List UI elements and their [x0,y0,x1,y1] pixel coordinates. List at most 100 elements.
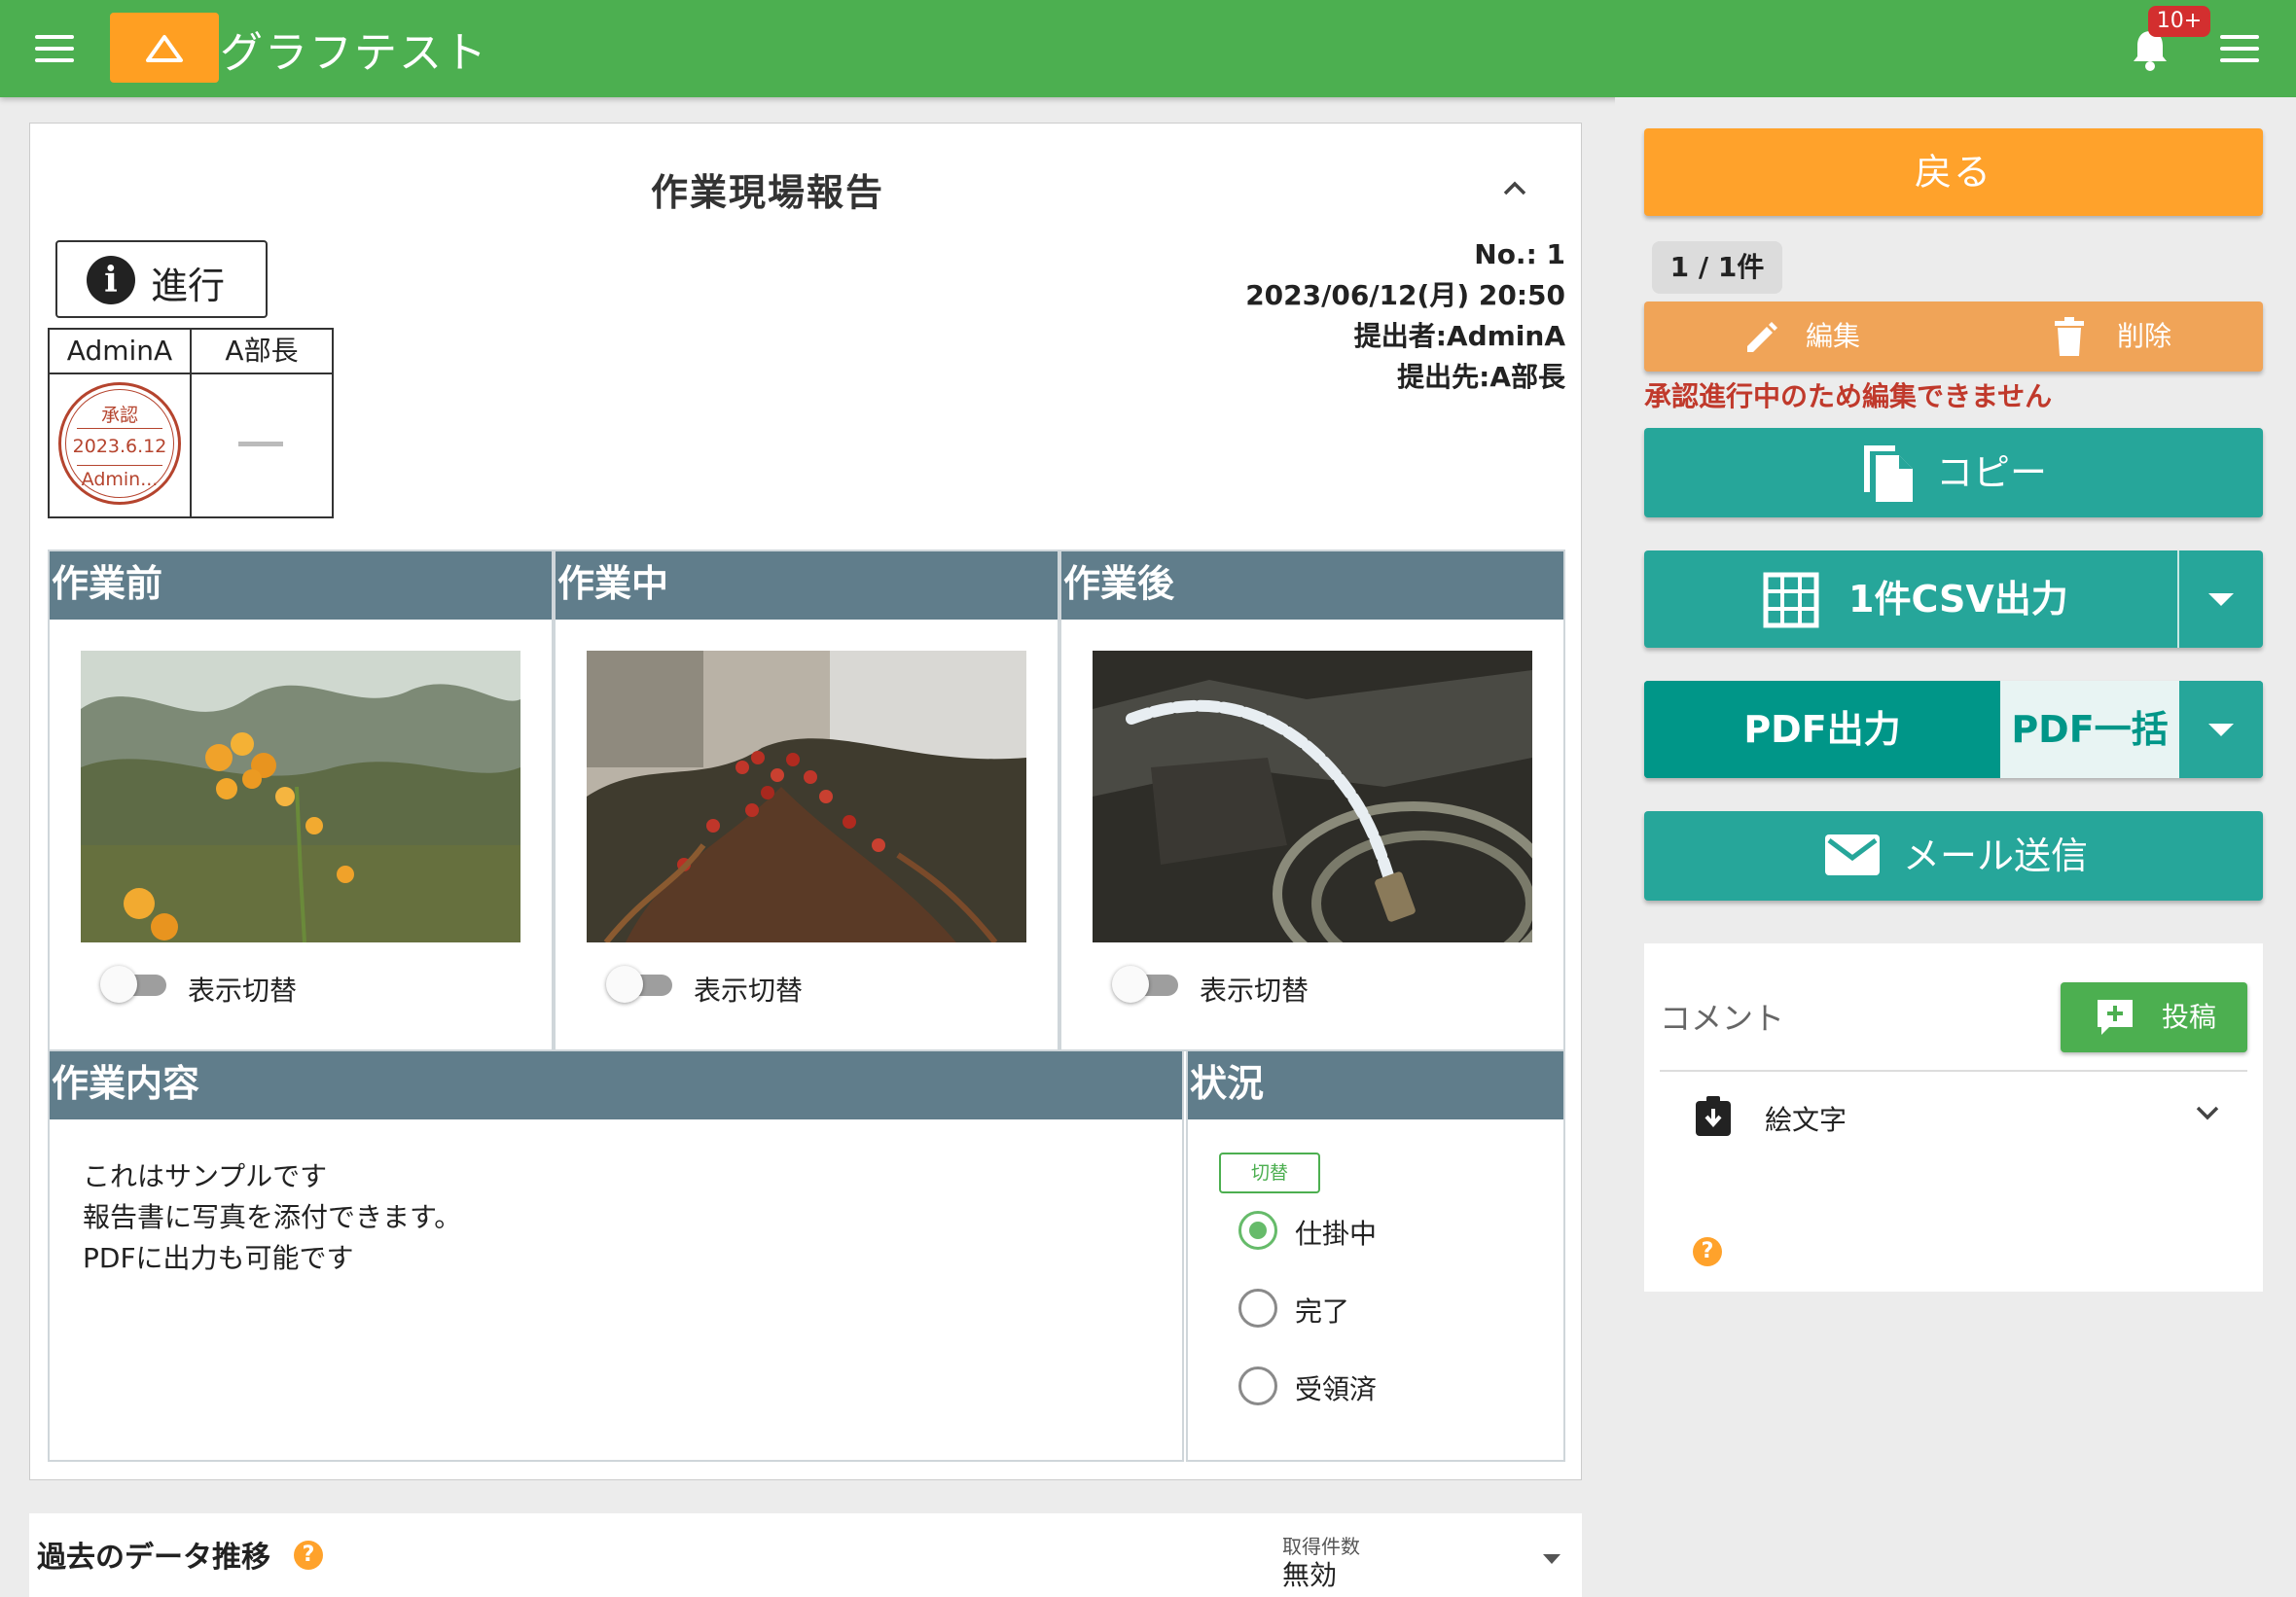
pencil-icon [1747,322,1777,352]
photo-heading: 作業後 [1061,551,1563,620]
help-icon[interactable]: ? [1693,1237,1722,1266]
radio-label: 受領済 [1295,1373,1378,1405]
approval-stamp-table: AdminA 承認 2023.6.12 Admin... A部長 [48,328,334,518]
csv-export-button[interactable]: 1件CSV出力 [1644,550,2263,648]
display-toggle-switch[interactable] [100,964,168,1003]
radio-label: 完了 [1295,1295,1350,1328]
display-toggle-label: 表示切替 [1200,975,1309,1007]
radio-label: 仕掛中 [1295,1218,1378,1250]
post-comment-label: 投稿 [2162,1001,2217,1033]
csv-dropdown-caret-icon[interactable] [2208,593,2234,606]
mail-icon [1825,834,1880,875]
approval-stamp: 承認 2023.6.12 Admin... [58,382,181,505]
progress-status-button[interactable]: i 進行 [55,240,268,318]
comment-title: コメント [1660,1000,1785,1037]
info-icon: i [87,256,135,304]
radio-circle[interactable] [1238,1289,1277,1328]
section-heading: 作業内容 [50,1051,1182,1119]
report-number: No.: 1 [1474,238,1565,270]
text-line: これはサンプルです [83,1160,328,1192]
grid-table-icon [1763,572,1819,628]
stamp-date: 2023.6.12 [72,436,167,457]
photo-grid: 作業前 表示切替 作業中 表示切替 作業後 表示切替 [48,550,1565,1051]
collapse-chevron-up-icon[interactable] [1493,172,1536,201]
delete-label: 削除 [2117,320,2172,352]
photo-cell-during: 作業中 表示切替 [554,550,1059,1051]
switch-button[interactable]: 切替 [1219,1153,1320,1193]
edit-label: 編集 [1806,320,1861,352]
work-contents-text: これはサンプルです 報告書に写真を添付できます。 PDFに出力も可能です [83,1156,461,1279]
emoji-picker-row[interactable]: 絵文字 [1660,1074,2247,1165]
top-app-bar: グラフテスト 10+ [0,0,2296,97]
photo-cell-after: 作業後 表示切替 [1059,550,1565,1051]
photo-heading: 作業中 [556,551,1058,620]
clipboard-download-icon [1696,1096,1731,1136]
copy-icon [1864,445,1913,502]
report-title: 作業現場報告 [650,171,884,214]
trash-icon [2055,317,2084,356]
record-count: 1 / 1件 [1652,241,1782,294]
photo-heading: 作業前 [50,551,552,620]
text-line: PDFに出力も可能です [83,1242,354,1274]
report-datetime: 2023/06/12(月) 20:50 [1245,279,1565,311]
report-meta: No.: 1 2023/06/12(月) 20:50 提出者:AdminA 提出… [1245,234,1565,398]
display-toggle-label: 表示切替 [188,975,298,1007]
back-button[interactable]: 戻る [1644,128,2263,216]
display-toggle-switch[interactable] [606,964,674,1003]
stamp-title: 承認 [100,405,138,426]
menu-icon[interactable] [35,35,74,62]
pdf-dropdown-caret-icon [2208,724,2234,736]
history-title: 過去のデータ推移 [37,1541,270,1575]
pdf-export-button[interactable]: PDF出力 [1644,681,2000,778]
display-toggle-label: 表示切替 [694,975,804,1007]
fetch-count-select[interactable]: 無効 [1282,1554,1337,1593]
photo-before-image[interactable] [81,651,520,942]
stamp-user: Admin... [81,469,159,490]
approval-column: A部長 [192,330,332,516]
radio-in-progress[interactable]: 仕掛中 [1238,1211,1530,1250]
report-panel: 作業現場報告 i 進行 No.: 1 2023/06/12(月) 20:50 提… [29,123,1582,1480]
history-section: 過去のデータ推移 ? 取得件数 無効 [29,1513,1582,1597]
app-title: グラフテスト [220,28,488,78]
approval-column: AdminA 承認 2023.6.12 Admin... [50,330,192,516]
send-mail-button[interactable]: メール送信 [1644,811,2263,901]
comment-card: コメント 投稿 絵文字 ? [1644,943,2263,1292]
report-submitter: 提出者:AdminA [1353,320,1565,352]
send-mail-label: メール送信 [1903,834,2089,877]
app-logo[interactable] [110,13,219,83]
options-menu-icon[interactable] [2220,35,2259,62]
radio-completed[interactable]: 完了 [1238,1289,1530,1328]
csv-export-label: 1件CSV出力 [1848,578,2068,621]
radio-circle[interactable] [1238,1211,1277,1250]
no-stamp-dash [238,442,283,446]
photo-after-image[interactable] [1093,651,1532,942]
pdf-dropdown-button[interactable] [2179,681,2263,778]
pdf-button-group: PDF出力 PDF一括 [1644,681,2263,778]
approver-name: AdminA [50,330,190,374]
radio-received[interactable]: 受領済 [1238,1366,1530,1405]
section-heading: 状況 [1188,1051,1563,1119]
approver-name: A部長 [192,330,332,374]
photo-cell-before: 作業前 表示切替 [48,550,554,1051]
copy-label: コピー [1936,451,2048,494]
status-label: 進行 [151,265,226,307]
pdf-bulk-button[interactable]: PDF一括 [2000,681,2179,778]
add-comment-icon [2098,1000,2133,1035]
help-icon[interactable]: ? [294,1541,323,1570]
chevron-down-icon[interactable] [2193,1103,2222,1122]
emoji-label: 絵文字 [1765,1104,1848,1136]
work-contents-section: 作業内容 これはサンプルです 報告書に写真を添付できます。 PDFに出力も可能で… [48,1049,1184,1462]
edit-locked-warning: 承認進行中のため編集できません [1644,380,2053,412]
action-sidebar: 戻る 1 / 1件 編集 削除 承認進行中のため編集できません コピー 1件CS… [1615,97,2296,1597]
situation-section: 状況 切替 仕掛中 完了 受領済 [1186,1049,1565,1462]
dropdown-caret-icon[interactable] [1543,1554,1561,1564]
report-recipient: 提出先:A部長 [1397,361,1565,393]
notification-count-badge: 10+ [2148,6,2210,37]
photo-during-image[interactable] [587,651,1026,942]
copy-button[interactable]: コピー [1644,428,2263,517]
display-toggle-switch[interactable] [1112,964,1180,1003]
radio-circle[interactable] [1238,1366,1277,1405]
post-comment-button[interactable]: 投稿 [2061,982,2247,1052]
edit-delete-bar: 編集 削除 [1644,302,2263,372]
text-line: 報告書に写真を添付できます。 [83,1201,462,1233]
